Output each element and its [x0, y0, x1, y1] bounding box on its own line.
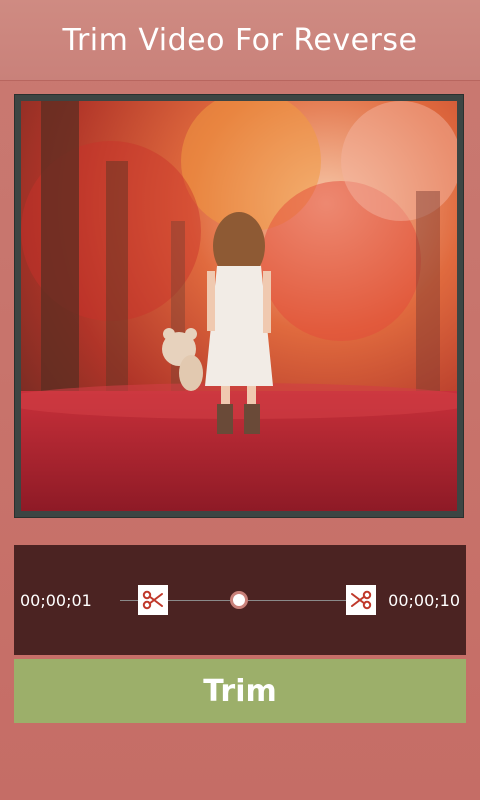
trim-button[interactable]: Trim: [14, 659, 466, 723]
start-time-label: 00;00;01: [20, 591, 92, 610]
trim-button-label: Trim: [203, 673, 277, 709]
trim-start-handle[interactable]: [138, 585, 168, 615]
trim-end-handle[interactable]: [346, 585, 376, 615]
playback-position-knob[interactable]: [230, 591, 248, 609]
scissors-icon: [142, 590, 163, 610]
app-header: Trim Video For Reverse: [0, 0, 480, 81]
video-preview-image[interactable]: [21, 101, 457, 511]
page-title: Trim Video For Reverse: [62, 22, 418, 58]
trim-panel: 00;00;01 00;00;10: [14, 545, 466, 655]
end-time-label: 00;00;10: [388, 591, 460, 610]
video-preview-frame: [14, 94, 464, 518]
scissors-icon: [351, 590, 372, 610]
